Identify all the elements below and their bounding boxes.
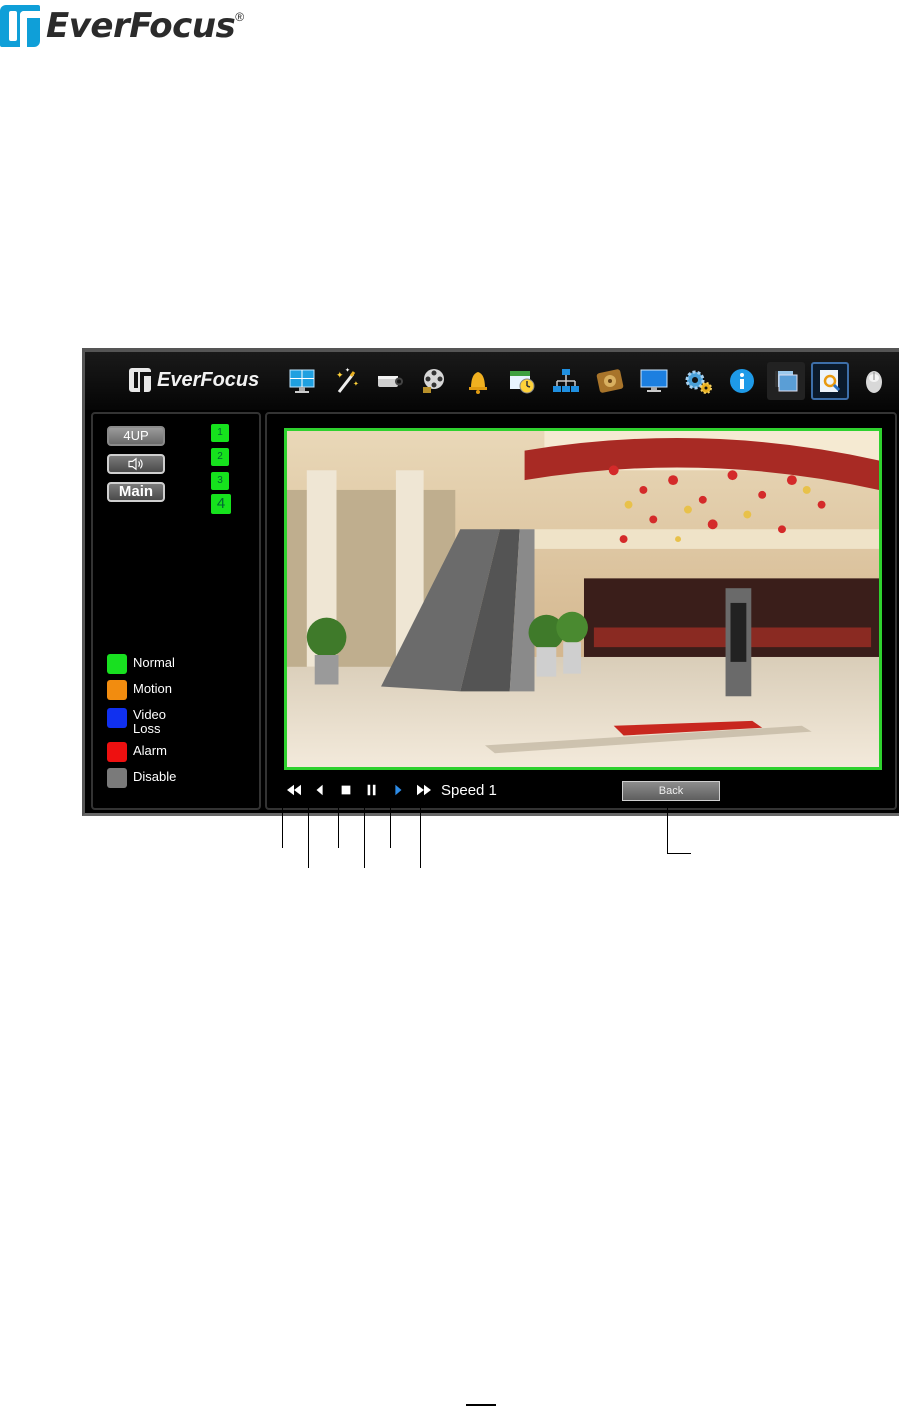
- display-icon[interactable]: [635, 362, 673, 400]
- search-playback-icon[interactable]: [811, 362, 849, 400]
- play-icon[interactable]: [385, 780, 411, 800]
- disk-icon[interactable]: [591, 362, 629, 400]
- playback-icon[interactable]: [767, 362, 805, 400]
- left-panel: 4UP Main 1 2 3 4 Normal Motion Video Los…: [91, 412, 261, 810]
- top-toolbar-bar: EverFocus ✦ ✦ ✦: [85, 352, 899, 410]
- main-button[interactable]: Main: [107, 482, 165, 502]
- network-icon[interactable]: [547, 362, 585, 400]
- svg-text:✦: ✦: [353, 380, 359, 388]
- fast-rewind-icon[interactable]: [281, 780, 307, 800]
- legend-label: Normal: [133, 655, 175, 670]
- app-brand: EverFocus: [129, 368, 259, 392]
- callout-line: [390, 806, 391, 848]
- callout-line: [667, 806, 668, 854]
- schedule-icon[interactable]: [503, 362, 541, 400]
- system-settings-icon[interactable]: [679, 362, 717, 400]
- wizard-icon[interactable]: ✦ ✦ ✦: [327, 362, 365, 400]
- legend-label: Alarm: [133, 743, 167, 758]
- playback-controls: Speed 1: [281, 778, 497, 802]
- main-toolbar: ✦ ✦ ✦: [283, 362, 893, 400]
- disable-swatch: [107, 768, 127, 788]
- svg-text:✦: ✦: [336, 370, 344, 380]
- speed-label: Speed 1: [441, 781, 497, 799]
- everfocus-logo-icon: [0, 5, 40, 48]
- dvr-playback-window: EverFocus ✦ ✦ ✦ 4UP Main 1 2 3 4 Normal …: [82, 348, 899, 816]
- motion-swatch: [107, 680, 127, 700]
- layout-4up-button[interactable]: 4UP: [107, 426, 165, 446]
- everfocus-mark-icon: [129, 368, 151, 392]
- audio-button[interactable]: [107, 454, 165, 474]
- playback-panel: Speed 1 Back: [265, 412, 897, 810]
- document-brand: EverFocus: [46, 6, 236, 46]
- channel-3-button[interactable]: 3: [211, 472, 229, 490]
- channel-4-button[interactable]: 4: [211, 494, 231, 514]
- mall-scene-image: [287, 431, 879, 767]
- legend-label: Disable: [133, 769, 177, 784]
- alarm-bell-icon[interactable]: [459, 362, 497, 400]
- svg-text:✦: ✦: [345, 367, 350, 374]
- speaker-icon: [128, 457, 143, 471]
- channel-1-button[interactable]: 1: [211, 424, 229, 442]
- callout-line: [420, 806, 421, 868]
- callout-line: [364, 806, 365, 868]
- alarm-swatch: [107, 742, 127, 762]
- back-button[interactable]: Back: [622, 781, 720, 801]
- info-icon[interactable]: [723, 362, 761, 400]
- live-view-icon[interactable]: [283, 362, 321, 400]
- playback-video[interactable]: [284, 428, 882, 770]
- pause-icon[interactable]: [359, 780, 385, 800]
- legend-label: Motion: [133, 681, 173, 696]
- camera-icon[interactable]: [371, 362, 409, 400]
- legend-label: Video Loss: [133, 707, 167, 736]
- channel-2-button[interactable]: 2: [211, 448, 229, 466]
- app-brand-text: EverFocus: [157, 368, 260, 391]
- stop-icon[interactable]: [333, 780, 359, 800]
- callout-line: [667, 853, 691, 854]
- callout-line: [338, 806, 339, 848]
- page-number-rule: [466, 1404, 496, 1406]
- normal-swatch: [107, 654, 127, 674]
- fast-forward-icon[interactable]: [411, 780, 437, 800]
- registered-mark: ®: [235, 10, 245, 24]
- callout-line: [308, 806, 309, 868]
- record-icon[interactable]: [415, 362, 453, 400]
- rewind-icon[interactable]: [307, 780, 333, 800]
- logout-icon[interactable]: [855, 362, 893, 400]
- video-loss-swatch: [107, 708, 127, 728]
- callout-line: [282, 806, 283, 848]
- document-logo: EverFocus ®: [0, 4, 244, 48]
